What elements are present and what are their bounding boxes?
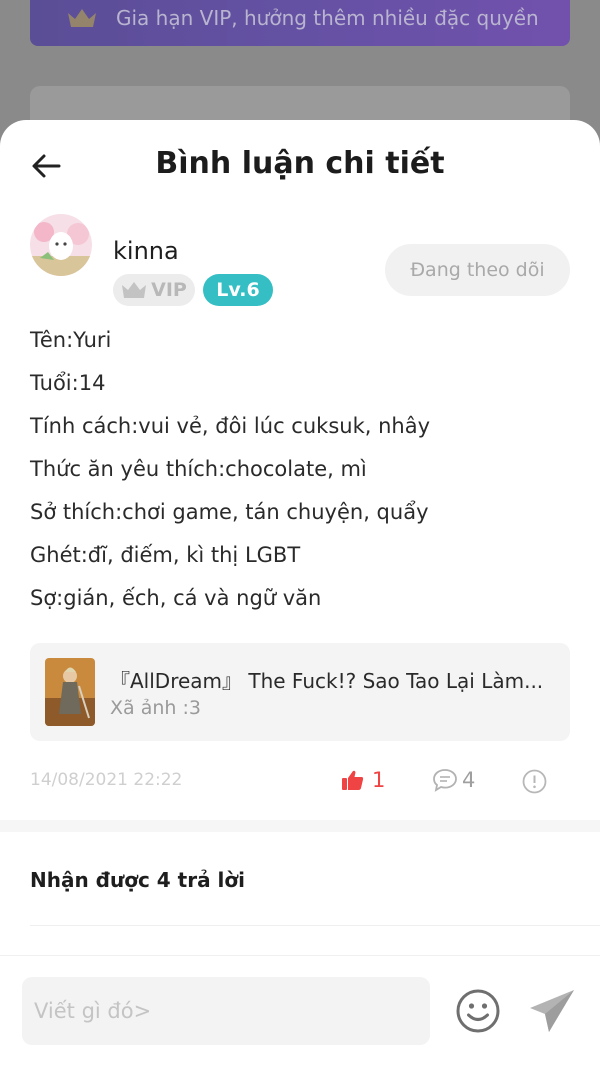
avatar-image [30,214,92,276]
smiley-icon [456,989,500,1033]
sheet-header: Bình luận chi tiết [0,120,600,210]
post-content: Tên:Yuri Tuổi:14 Tính cách:vui vẻ, đôi l… [30,324,570,625]
like-button[interactable]: 1 [342,768,385,792]
post-line: Thức ăn yêu thích:chocolate, mì [30,457,367,481]
comment-input[interactable]: Viết gì đó> [22,977,430,1045]
linked-story-card[interactable]: 『AllDream』 The Fuck!? Sao Tao Lại Làm...… [30,643,570,741]
report-button[interactable] [522,769,547,798]
post-timestamp: 14/08/2021 22:22 [30,770,183,790]
vip-renew-banner: Gia hạn VIP, hưởng thêm nhiều đặc quyền [30,0,570,46]
post-line: Ghét:đĩ, điếm, kì thị LGBT [30,543,301,567]
vip-badge: VIP [113,274,195,306]
linked-story-subtitle: Xã ảnh :3 [110,697,201,719]
comment-composer: Viết gì đó> [0,955,600,1065]
comment-count: 4 [462,768,476,792]
send-button[interactable] [528,988,576,1034]
following-button[interactable]: Đang theo dõi [385,244,570,296]
page-title: Bình luận chi tiết [155,146,445,181]
level-badge: Lv.6 [203,274,273,306]
vip-banner-text: Gia hạn VIP, hưởng thêm nhiều đặc quyền [116,6,539,30]
post-line: Tên:Yuri [30,328,112,352]
emoji-button[interactable] [455,988,501,1034]
crown-icon [122,282,147,298]
crown-icon [68,9,96,27]
username[interactable]: kinna [113,237,179,265]
like-count: 1 [372,768,386,792]
post-line: Tuổi:14 [30,371,106,395]
comment-bubble-icon [433,769,457,792]
avatar[interactable] [30,214,92,276]
comment-button[interactable]: 4 [432,768,475,792]
section-divider [0,820,600,832]
divider [30,925,600,926]
post-line: Tính cách:vui vẻ, đôi lúc cuksuk, nhây [30,414,430,438]
report-icon [522,769,547,794]
story-cover-thumbnail [45,658,95,726]
post-line: Sợ:gián, ếch, cá và ngữ văn [30,586,322,610]
linked-story-title: 『AllDream』 The Fuck!? Sao Tao Lại Làm... [110,669,544,693]
post-line: Sở thích:chơi game, tán chuyện, quẩy [30,500,429,524]
send-icon [530,990,574,1032]
thumbs-up-icon [342,770,364,790]
replies-heading: Nhận được 4 trả lời [30,868,245,892]
post-meta-row: 14/08/2021 22:22 1 4 [0,760,600,806]
vip-badge-label: VIP [151,279,187,301]
comment-detail-sheet: Bình luận chi tiết kinna VIP Lv.6 Đang t… [0,120,600,1065]
